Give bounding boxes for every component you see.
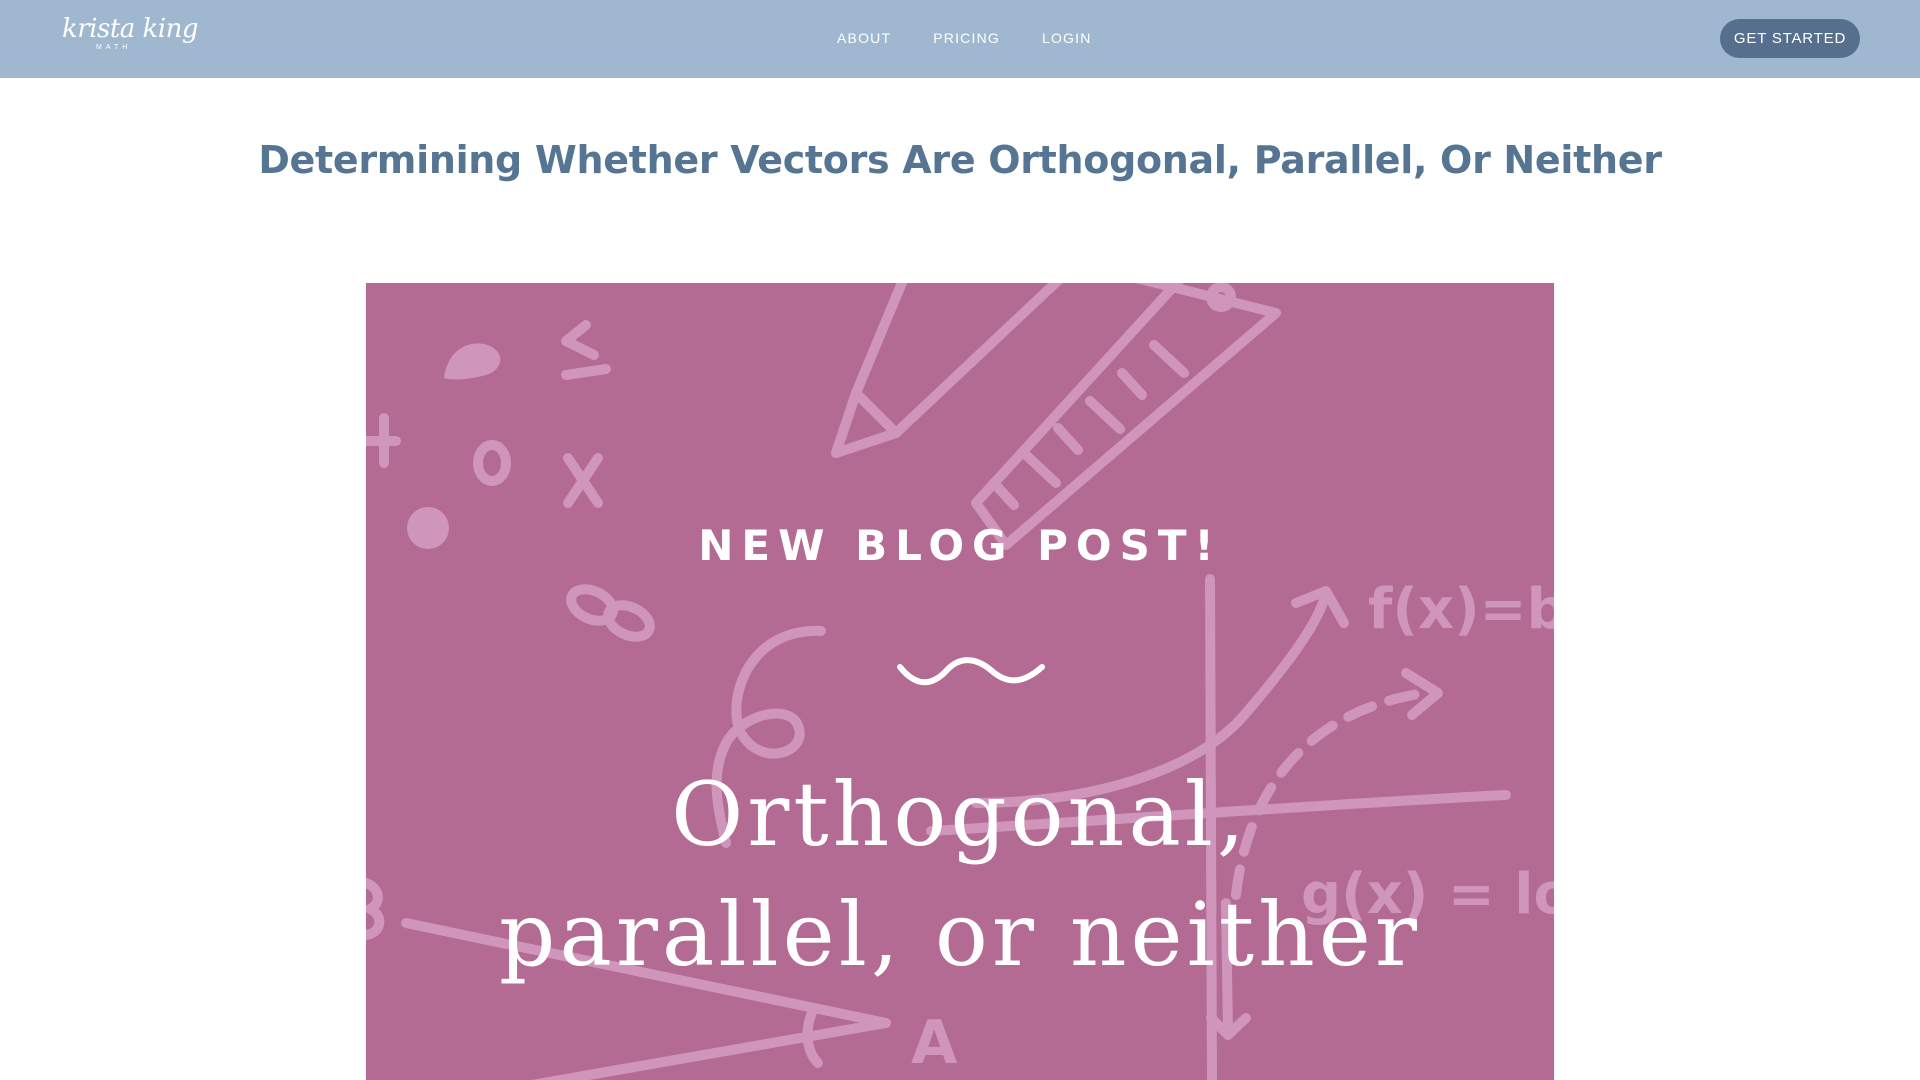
pencil-doodle xyxy=(831,283,1063,458)
less-equal-doodle xyxy=(561,320,611,380)
logo-script-text: krista king xyxy=(62,14,199,44)
nav-login-link[interactable]: LOGIN xyxy=(1042,30,1092,46)
site-header: krista king MATH ABOUT PRICING LOGIN GET… xyxy=(0,0,1920,78)
hero-image: f(x)=b g(x) = log A NEW BLOG POST! Ortho… xyxy=(366,283,1554,1080)
zero-doodle xyxy=(473,440,511,486)
nav-pricing-link[interactable]: PRICING xyxy=(933,30,1000,46)
plus-doodle xyxy=(366,413,401,468)
hero-kicker: NEW BLOG POST! xyxy=(698,521,1222,570)
main-nav: ABOUT PRICING LOGIN xyxy=(837,30,1092,46)
hero-title-line-1: Orthogonal, xyxy=(671,763,1249,866)
shape-doodle xyxy=(444,343,501,380)
vertex-label-doodle-text: A xyxy=(911,1008,958,1078)
hero-title-line-2: parallel, or neither xyxy=(499,883,1421,986)
page-title: Determining Whether Vectors Are Orthogon… xyxy=(258,138,1662,182)
squiggle-divider-icon xyxy=(897,657,1045,686)
logo[interactable]: krista king MATH xyxy=(62,14,199,62)
infinity-doodle xyxy=(566,584,655,642)
ruler-doodle xyxy=(971,283,1281,550)
fx-doodle-text: f(x)=b xyxy=(1368,577,1554,642)
logo-subtitle: MATH xyxy=(96,44,132,51)
nav-about-link[interactable]: ABOUT xyxy=(837,30,891,46)
times-doodle xyxy=(563,453,603,508)
get-started-button[interactable]: GET STARTED xyxy=(1720,19,1860,58)
